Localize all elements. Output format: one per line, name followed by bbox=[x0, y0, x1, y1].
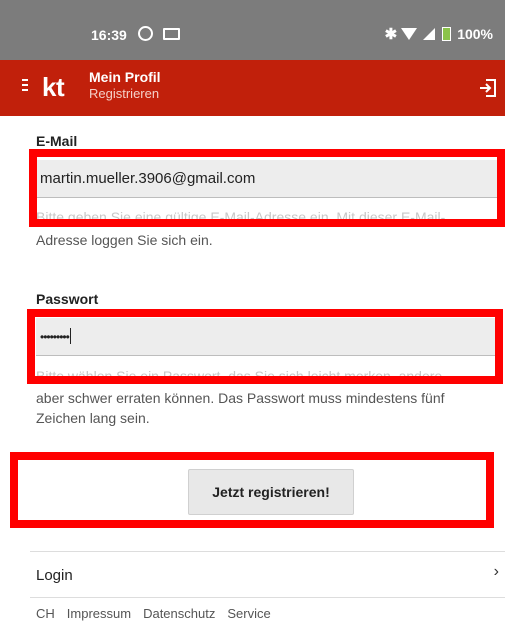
email-field[interactable]: martin.mueller.3906@gmail.com bbox=[36, 160, 499, 198]
password-hint-line1: aber schwer erraten können. Das Passwort… bbox=[36, 390, 445, 406]
chevron-right-icon[interactable]: › bbox=[494, 563, 499, 581]
footer-links: CH Impressum Datenschutz Service bbox=[36, 606, 271, 621]
app-bar: kt Mein Profil Registrieren bbox=[0, 60, 505, 116]
logout-icon[interactable] bbox=[479, 78, 497, 98]
page-subtitle: Registrieren bbox=[89, 86, 160, 101]
cast-icon bbox=[163, 28, 180, 40]
divider bbox=[30, 551, 505, 552]
footer-link-service[interactable]: Service bbox=[227, 606, 270, 621]
login-menu-item[interactable]: Login bbox=[36, 567, 73, 584]
battery-percent: 100% bbox=[457, 26, 493, 42]
register-button[interactable]: Jetzt registrieren! bbox=[188, 469, 354, 515]
password-hint-obscured: Bitte wählen Sie ein Passwort, das Sie s… bbox=[36, 368, 443, 384]
email-value: martin.mueller.3906@gmail.com bbox=[40, 170, 256, 187]
status-time: 16:39 bbox=[91, 27, 127, 43]
wifi-icon bbox=[401, 28, 418, 40]
password-label: Passwort bbox=[36, 291, 99, 307]
alarm-icon bbox=[138, 26, 153, 41]
bluetooth-icon: ✱ bbox=[384, 26, 398, 43]
password-value: ••••••••• bbox=[40, 330, 70, 344]
page-title: Mein Profil bbox=[89, 69, 161, 85]
app-logo[interactable]: kt bbox=[42, 72, 65, 103]
divider bbox=[30, 597, 505, 598]
signal-icon bbox=[423, 28, 436, 40]
password-hint-line2: Zeichen lang sein. bbox=[36, 410, 150, 426]
footer-link-ch[interactable]: CH bbox=[36, 606, 55, 621]
email-hint-obscured: Bitte geben Sie eine gültige E-Mail-Adre… bbox=[36, 209, 446, 225]
password-field[interactable]: ••••••••• bbox=[36, 318, 499, 356]
menu-icon[interactable] bbox=[22, 79, 28, 94]
battery-icon bbox=[442, 27, 452, 41]
status-right: ✱ 100% bbox=[385, 25, 493, 43]
email-hint: Adresse loggen Sie sich ein. bbox=[36, 232, 213, 248]
footer-link-impressum[interactable]: Impressum bbox=[67, 606, 131, 621]
email-label: E-Mail bbox=[36, 133, 78, 149]
status-bar: 16:39 ✱ 100% bbox=[0, 0, 505, 60]
text-cursor bbox=[69, 328, 71, 344]
footer-link-datenschutz[interactable]: Datenschutz bbox=[143, 606, 215, 621]
